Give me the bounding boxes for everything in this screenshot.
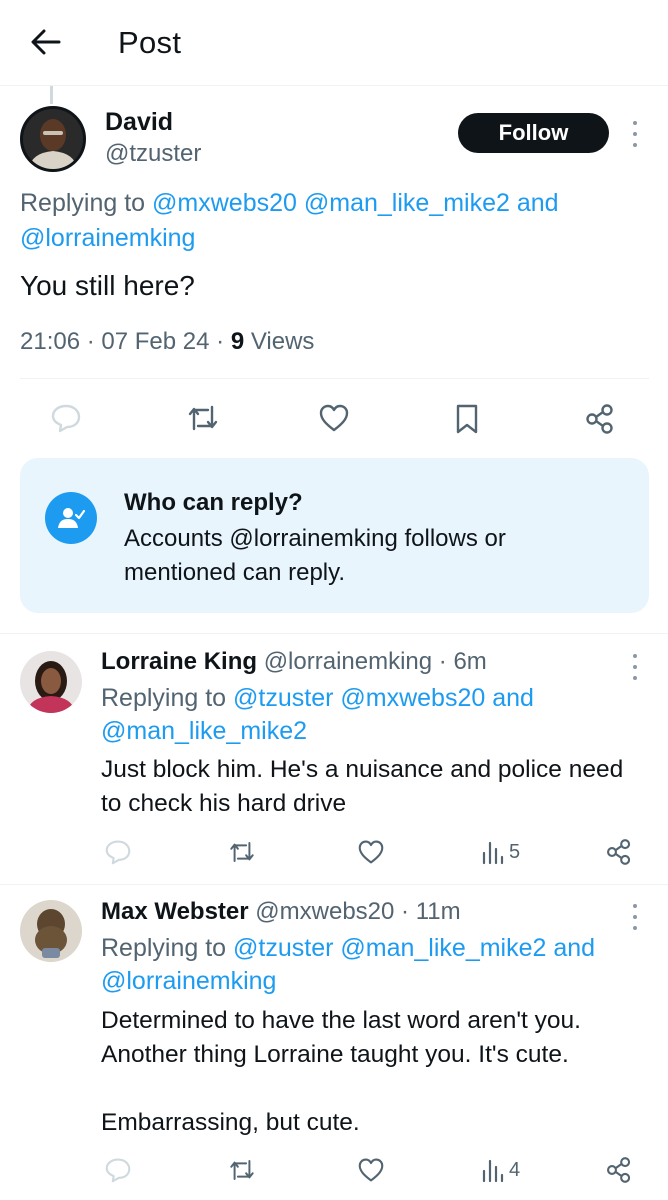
share-button[interactable] xyxy=(584,403,616,435)
post-date: 07 Feb 24 xyxy=(101,328,210,355)
divider xyxy=(0,633,668,634)
mention-link[interactable]: @man_like_mike2 xyxy=(304,189,510,217)
who-can-reply-card: Who can reply? Accounts @lorrainemking f… xyxy=(20,458,649,613)
replying-and: and xyxy=(492,684,534,712)
more-options-icon[interactable] xyxy=(627,904,643,930)
repost-button[interactable] xyxy=(228,1157,256,1183)
reply-text: Just block him. He's a nuisance and poli… xyxy=(101,756,624,817)
repost-icon xyxy=(230,1159,254,1181)
author-avatar[interactable] xyxy=(20,106,86,172)
repost-icon xyxy=(230,841,254,863)
back-button[interactable] xyxy=(24,22,68,62)
mention-link[interactable]: @mxwebs20 xyxy=(152,189,297,217)
replying-label: Replying to xyxy=(20,189,146,217)
bar-chart-icon xyxy=(482,1159,504,1183)
page-title: Post xyxy=(118,25,182,60)
views-count: 4 xyxy=(509,1158,521,1181)
replying-and: and xyxy=(516,189,559,217)
bookmark-button[interactable] xyxy=(453,403,481,435)
more-options-icon[interactable] xyxy=(627,121,643,147)
reply-author-handle[interactable]: @mxwebs20 xyxy=(255,898,394,925)
mention-link[interactable]: @lorrainemking xyxy=(101,967,276,995)
post-text: You still here? xyxy=(20,270,195,301)
author-handle[interactable]: @tzuster xyxy=(105,140,201,168)
share-button[interactable] xyxy=(605,1156,633,1184)
reply-avatar[interactable] xyxy=(20,900,82,962)
user-check-icon xyxy=(45,492,97,544)
views-count[interactable]: 9 xyxy=(231,328,244,355)
repost-icon xyxy=(188,405,218,431)
reply-icon xyxy=(105,1158,131,1183)
reply-avatar[interactable] xyxy=(20,651,82,713)
divider xyxy=(0,884,668,885)
arrow-left-icon xyxy=(31,29,61,55)
replying-to: Replying to @tzuster @man_like_mike2 and… xyxy=(101,932,641,998)
person-photo-icon xyxy=(20,900,82,962)
reply-icon xyxy=(105,840,131,865)
replying-label: Replying to xyxy=(101,934,227,962)
replying-label: Replying to xyxy=(101,684,227,712)
reply-button[interactable] xyxy=(104,839,132,865)
replying-to: Replying to @tzuster @mxwebs20 and @man_… xyxy=(101,682,641,748)
who-can-reply-title: Who can reply? xyxy=(124,489,303,516)
person-photo-icon xyxy=(23,109,83,169)
reply-author-handle[interactable]: @lorrainemking xyxy=(264,648,432,675)
heart-icon xyxy=(358,840,384,864)
author-name[interactable]: David xyxy=(105,108,173,137)
more-options-icon[interactable] xyxy=(627,654,643,680)
share-icon xyxy=(607,839,631,865)
mention-link[interactable]: @mxwebs20 xyxy=(340,684,485,712)
views-count: 5 xyxy=(509,840,521,863)
views-label[interactable]: Views xyxy=(251,328,315,355)
mention-link[interactable]: @man_like_mike2 xyxy=(101,717,307,745)
post-time: 21:06 xyxy=(20,328,81,355)
like-button[interactable] xyxy=(357,839,385,865)
heart-icon xyxy=(358,1158,384,1182)
share-button[interactable] xyxy=(605,838,633,866)
post-meta: 21:06 · 07 Feb 24 · 9 Views xyxy=(20,328,315,355)
reply-header: Lorraine King @lorrainemking · 6m xyxy=(101,648,487,675)
bookmark-icon xyxy=(456,404,478,434)
like-button[interactable] xyxy=(318,403,350,433)
replying-to: Replying to @mxwebs20 @man_like_mike2 an… xyxy=(20,186,640,256)
reply-text: Determined to have the last word aren't … xyxy=(101,1007,581,1136)
thread-connector-line xyxy=(50,86,53,104)
share-icon xyxy=(586,404,613,434)
repost-button[interactable] xyxy=(228,839,256,865)
repost-button[interactable] xyxy=(186,403,220,433)
reply-button[interactable] xyxy=(104,1157,132,1183)
share-icon xyxy=(607,1157,631,1183)
reply-header: Max Webster @mxwebs20 · 11m xyxy=(101,898,461,925)
heart-icon xyxy=(319,404,349,432)
reply-icon xyxy=(51,404,81,433)
mention-link[interactable]: @tzuster xyxy=(233,934,333,962)
follow-button[interactable]: Follow xyxy=(458,113,609,153)
reply-time: 6m xyxy=(453,648,487,675)
mention-link[interactable]: @tzuster xyxy=(233,684,333,712)
person-photo-icon xyxy=(20,651,82,713)
replying-and: and xyxy=(553,934,596,962)
reply-author-name[interactable]: Lorraine King xyxy=(101,648,257,675)
mention-link[interactable]: @man_like_mike2 xyxy=(340,934,546,962)
reply-button[interactable] xyxy=(50,403,82,433)
who-can-reply-body: Accounts @lorrainemking follows or menti… xyxy=(124,525,506,586)
like-button[interactable] xyxy=(357,1157,385,1183)
views-button[interactable]: 4 xyxy=(481,1157,520,1183)
bar-chart-icon xyxy=(482,841,504,865)
mention-link[interactable]: @lorrainemking xyxy=(20,224,195,252)
views-button[interactable]: 5 xyxy=(481,839,520,865)
divider xyxy=(20,378,649,379)
reply-author-name[interactable]: Max Webster xyxy=(101,898,249,925)
reply-time: 11m xyxy=(415,898,461,925)
top-bar: Post xyxy=(0,0,668,86)
